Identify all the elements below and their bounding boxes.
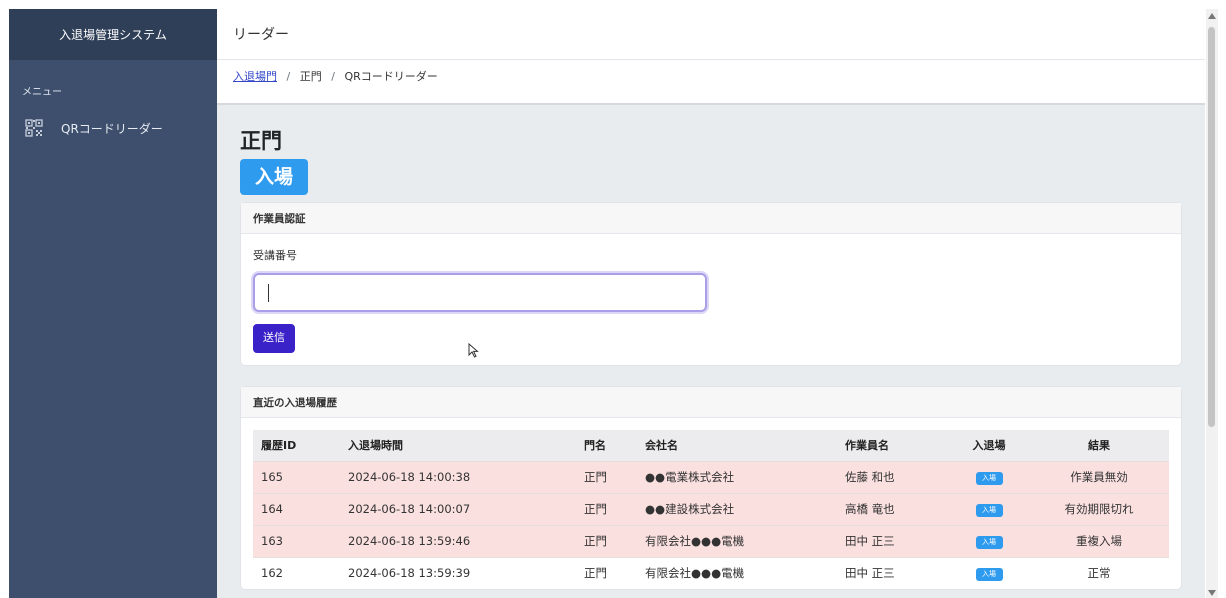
mouse-pointer-icon — [468, 343, 479, 358]
sidebar: 入退場管理システム メニュー QRコードリーダー — [9, 9, 217, 598]
cell-id: 162 — [253, 556, 340, 589]
course-number-input[interactable] — [253, 273, 707, 312]
page-title: 正門 — [240, 129, 282, 153]
cell-time: 2024-06-18 13:59:46 — [340, 524, 576, 557]
cell-worker: 田中 正三 — [837, 556, 949, 589]
app-brand[interactable]: 入退場管理システム — [9, 9, 217, 60]
cell-worker: 田中 正三 — [837, 524, 949, 557]
cell-result: 正常 — [1029, 556, 1169, 589]
auth-card: 作業員認証 受講番号 送信 — [240, 202, 1182, 366]
cell-company: ●●建設株式会社 — [637, 492, 837, 525]
cell-time: 2024-06-18 13:59:39 — [340, 556, 576, 589]
cell-io: 入場 — [949, 556, 1029, 589]
cell-result: 重複入場 — [1029, 524, 1169, 557]
cell-gate: 正門 — [576, 556, 637, 589]
cell-worker: 高橋 竜也 — [837, 492, 949, 525]
auth-card-header: 作業員認証 — [241, 203, 1181, 234]
breadcrumb-separator: / — [331, 70, 335, 83]
table-row[interactable]: 165 2024-06-18 14:00:38 正門 ●●電業株式会社 佐藤 和… — [253, 460, 1169, 493]
page-content: 正門 入場 作業員認証 受講番号 送信 直近の入退場履歴 履歴ID 入退場時間 … — [217, 105, 1205, 590]
sidebar-item-qr-reader[interactable]: QRコードリーダー — [9, 113, 217, 143]
cell-result: 作業員無効 — [1029, 460, 1169, 493]
io-badge: 入場 — [975, 536, 1003, 549]
breadcrumb-item-current: QRコードリーダー — [344, 70, 438, 83]
history-card: 直近の入退場履歴 履歴ID 入退場時間 門名 会社名 作業員名 入退場 結果 1… — [240, 386, 1182, 590]
cell-time: 2024-06-18 14:00:07 — [340, 492, 576, 525]
history-card-header: 直近の入退場履歴 — [241, 387, 1181, 418]
cell-id: 163 — [253, 524, 340, 557]
cell-time: 2024-06-18 14:00:38 — [340, 460, 576, 493]
mode-badge: 入場 — [240, 159, 309, 195]
cell-company: 有限会社●●●電機 — [637, 524, 837, 557]
table-row[interactable]: 162 2024-06-18 13:59:39 正門 有限会社●●●電機 田中 … — [253, 556, 1169, 589]
cell-gate: 正門 — [576, 492, 637, 525]
breadcrumb-link-gates[interactable]: 入退場門 — [233, 70, 277, 83]
io-badge: 入場 — [975, 568, 1003, 582]
topbar-title: リーダー — [233, 27, 289, 43]
page-scrollbar[interactable] — [1206, 9, 1218, 598]
table-header-row: 履歴ID 入退場時間 門名 会社名 作業員名 入退場 結果 — [253, 430, 1169, 461]
menu-header: メニュー — [22, 87, 62, 98]
submit-button[interactable]: 送信 — [253, 324, 295, 353]
column-header: 履歴ID — [261, 439, 297, 453]
qr-code-icon — [25, 119, 43, 137]
column-header: 入退場時間 — [348, 439, 403, 453]
cell-company: 有限会社●●●電機 — [637, 556, 837, 589]
cell-io: 入場 — [949, 524, 1029, 557]
column-header: 門名 — [584, 439, 606, 453]
cell-gate: 正門 — [576, 460, 637, 493]
text-caret — [268, 284, 269, 302]
scroll-thumb[interactable] — [1208, 27, 1215, 427]
cell-id: 165 — [253, 460, 340, 493]
auth-card-body: 受講番号 送信 — [241, 234, 1181, 365]
app-window: 入退場管理システム メニュー QRコードリーダー リーダー 入退場門 / 正門 … — [9, 9, 1205, 598]
breadcrumb-separator: / — [286, 70, 291, 83]
main-area: リーダー 入退場門 / 正門 / QRコードリーダー 正門 入場 作業員認証 受… — [217, 9, 1205, 598]
table-row[interactable]: 164 2024-06-18 14:00:07 正門 ●●建設株式会社 高橋 竜… — [253, 492, 1169, 525]
column-header: 入退場 — [972, 439, 1006, 453]
breadcrumb: 入退場門 / 正門 / QRコードリーダー — [217, 60, 1205, 105]
cell-company: ●●電業株式会社 — [637, 460, 837, 493]
column-header: 結果 — [1088, 439, 1110, 453]
cell-result: 有効期限切れ — [1029, 492, 1169, 525]
scroll-down-arrow-icon[interactable] — [1208, 590, 1216, 596]
cell-worker: 佐藤 和也 — [837, 460, 949, 493]
cell-gate: 正門 — [576, 524, 637, 557]
cell-io: 入場 — [949, 460, 1029, 493]
cell-io: 入場 — [949, 492, 1029, 525]
cell-id: 164 — [253, 492, 340, 525]
history-card-body: 履歴ID 入退場時間 門名 会社名 作業員名 入退場 結果 165 2024-0… — [241, 418, 1181, 589]
column-header: 会社名 — [645, 439, 678, 453]
sidebar-item-label: QRコードリーダー — [61, 121, 163, 136]
io-badge: 入場 — [975, 472, 1003, 485]
io-badge: 入場 — [975, 504, 1003, 517]
topbar: リーダー — [217, 9, 1205, 60]
breadcrumb-item-gate: 正門 — [299, 70, 322, 83]
course-number-label: 受講番号 — [253, 249, 297, 262]
scroll-up-arrow-icon[interactable] — [1208, 13, 1216, 19]
column-header: 作業員名 — [845, 439, 889, 453]
history-table: 履歴ID 入退場時間 門名 会社名 作業員名 入退場 結果 165 2024-0… — [253, 430, 1169, 589]
table-row[interactable]: 163 2024-06-18 13:59:46 正門 有限会社●●●電機 田中 … — [253, 524, 1169, 557]
